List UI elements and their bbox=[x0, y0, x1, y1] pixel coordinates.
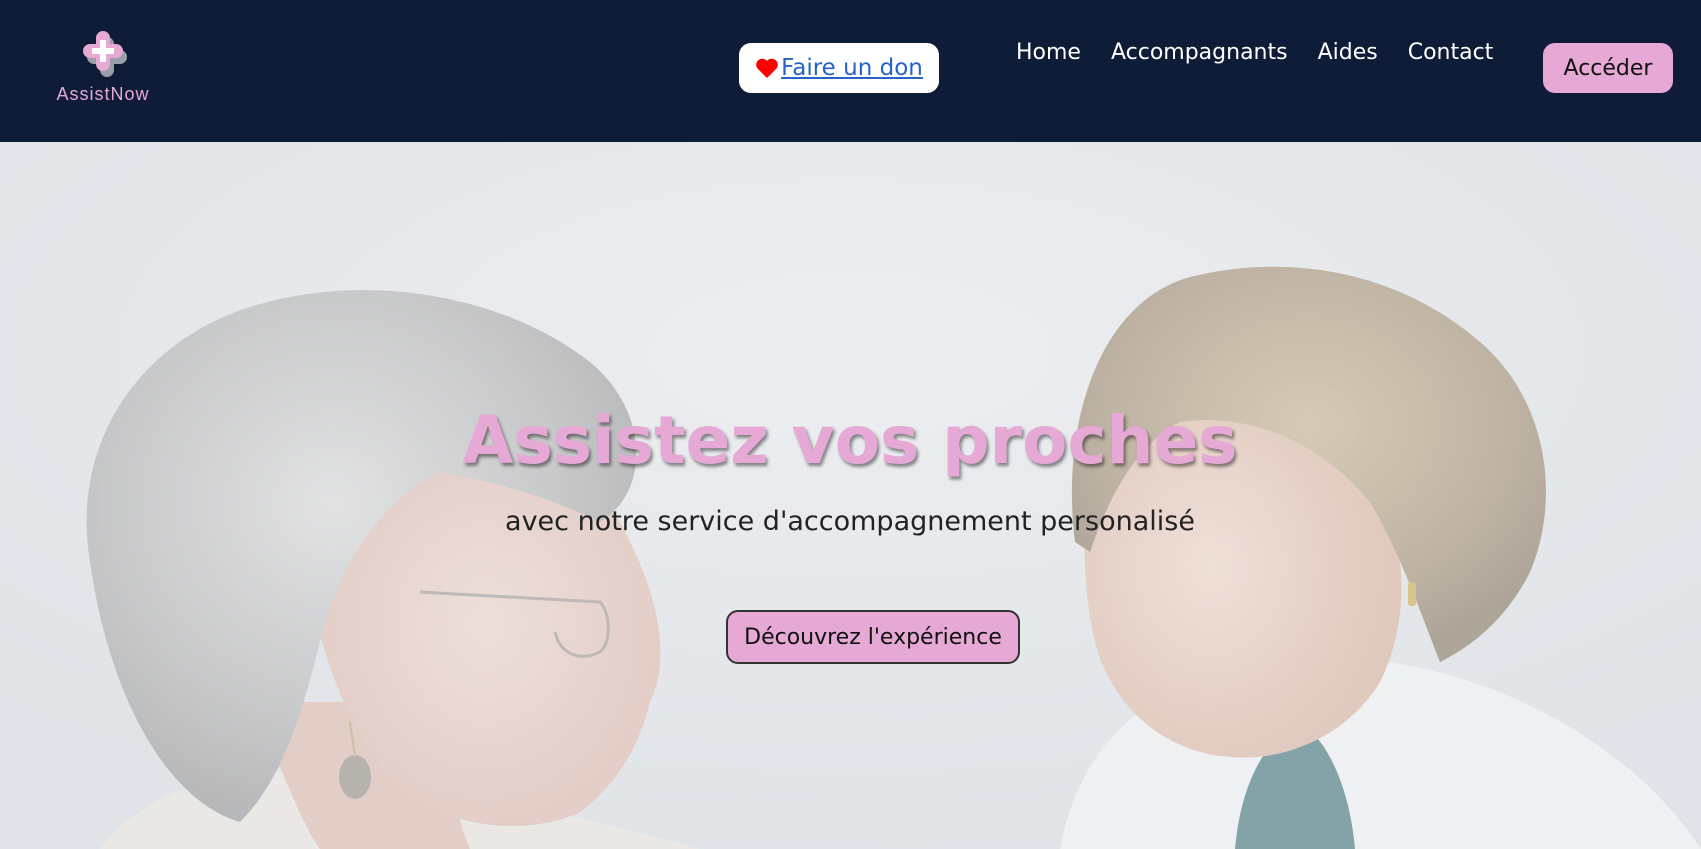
hero-title: Assistez vos proches bbox=[462, 402, 1238, 479]
nav-link-aides[interactable]: Aides bbox=[1318, 40, 1378, 74]
donate-link[interactable]: Faire un don bbox=[781, 55, 923, 81]
medical-cross-icon bbox=[83, 31, 127, 77]
logo[interactable]: AssistNow bbox=[38, 28, 168, 108]
nav-link-contact[interactable]: Contact bbox=[1408, 40, 1494, 74]
nav-link-accompagnants[interactable]: Accompagnants bbox=[1111, 40, 1288, 74]
navbar: AssistNow Faire un don Home Accompagnant… bbox=[0, 0, 1701, 142]
discover-experience-button[interactable]: Découvrez l'expérience bbox=[726, 610, 1020, 664]
hero-section: Assistez vos proches avec notre service … bbox=[0, 142, 1701, 849]
hero-subtitle: avec notre service d'accompagnement pers… bbox=[505, 506, 1195, 537]
nav-links: Home Accompagnants Aides Contact bbox=[1016, 40, 1493, 74]
access-button[interactable]: Accéder bbox=[1543, 43, 1673, 93]
nav-link-home[interactable]: Home bbox=[1016, 40, 1081, 74]
hero-overlay bbox=[0, 142, 1701, 849]
heart-icon bbox=[756, 58, 778, 78]
logo-text: AssistNow bbox=[56, 84, 150, 104]
donate-button[interactable]: Faire un don bbox=[739, 43, 939, 93]
